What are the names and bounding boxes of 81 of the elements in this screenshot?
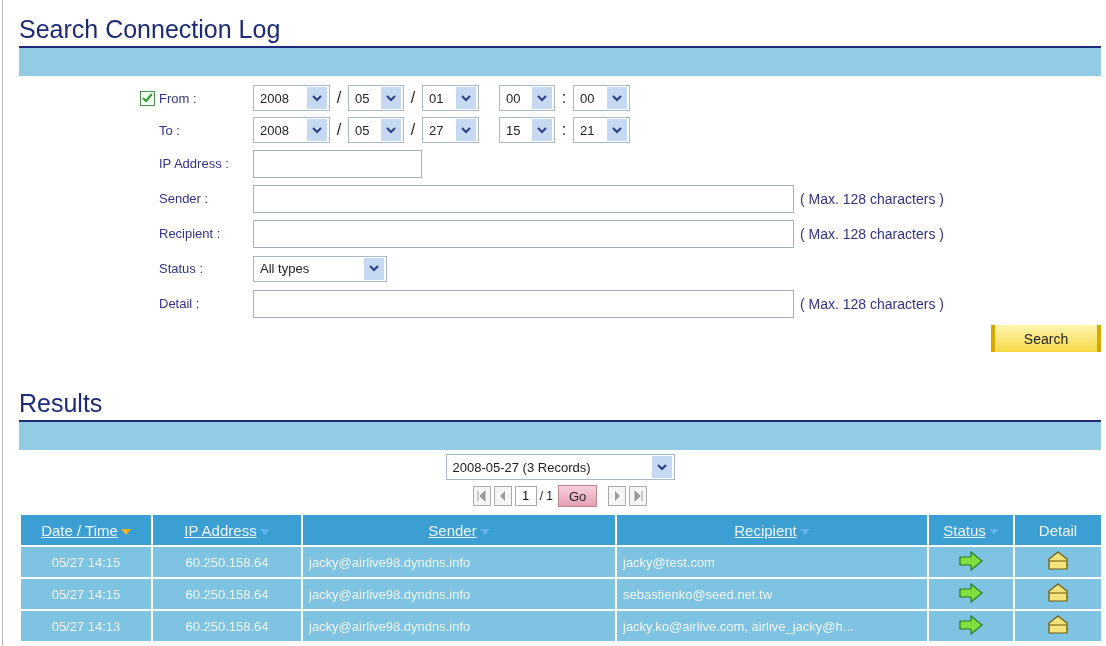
table-cell: 60.250.158.64 [152,546,302,578]
month-select[interactable]: 05 [348,85,404,111]
table-cell: sebastienko@seed.net.tw [616,578,928,610]
right-arrow-icon [959,614,983,635]
input-field[interactable] [253,289,794,318]
hour-select[interactable]: 15 [499,117,555,143]
time-separator: : [560,121,568,139]
minute-select[interactable]: 00 [573,85,630,111]
previous-page-button[interactable] [493,486,512,506]
next-page-button[interactable] [608,486,627,506]
table-cell: jacky@test.com [616,546,928,578]
next-page-icon [613,491,621,501]
chevron-icon [386,94,396,102]
page-total: / 1 [539,489,553,503]
sort-arrow-icon [259,528,270,535]
folder-icon[interactable] [1047,614,1069,635]
sort-arrow-icon [988,528,999,535]
day-select[interactable]: 27 [422,117,479,143]
input-field[interactable] [253,219,794,248]
date-checkbox[interactable] [140,90,155,106]
table-cell: jacky.ko@airlive.com, airlive_jacky@h... [616,610,928,642]
field-label: Detail : [159,296,200,311]
minute-select[interactable]: 21 [573,117,630,143]
date-separator: / [335,121,343,139]
chevron-icon [312,126,322,134]
day-select[interactable]: 01 [422,85,479,111]
field-label: From : [159,90,197,106]
go-button[interactable]: Go [558,485,598,507]
sort-arrow-icon [479,528,490,535]
field-label: Status : [159,261,204,276]
chevron-icon [537,126,547,134]
sort-arrow-icon [120,528,131,535]
column-header: Detail [1014,514,1102,546]
hour-select[interactable]: 00 [499,85,555,111]
search-button[interactable]: Search [991,325,1101,352]
input-field[interactable] [253,184,794,213]
right-arrow-icon [959,550,983,571]
last-page-icon [633,491,643,501]
day-select[interactable]: 2008-05-27 (3 Records) [445,454,675,480]
table-cell: 60.250.158.64 [152,578,302,610]
page-field[interactable]: 1 [514,486,537,506]
max-length-hint: ( Max. 128 characters ) [800,225,944,242]
chevron-icon [312,94,322,102]
first-page-button[interactable] [472,486,491,506]
time-separator: : [560,89,568,107]
chevron-icon [612,94,622,102]
field-label: To : [159,122,180,138]
month-select[interactable]: 05 [348,117,404,143]
table-cell: jacky@airlive98.dyndns.info [302,578,616,610]
year-select[interactable]: 2008 [253,117,330,143]
input-field[interactable] [253,149,422,178]
field-label: Recipient : [159,226,221,241]
chevron-icon [461,126,471,134]
table-cell: jacky@airlive98.dyndns.info [302,610,616,642]
chevron-icon [369,265,379,272]
max-length-hint: ( Max. 128 characters ) [800,295,944,312]
table-cell: 05/27 14:15 [20,578,152,610]
max-length-hint: ( Max. 128 characters ) [800,190,944,207]
previous-page-icon [499,491,507,501]
folder-icon[interactable] [1047,550,1069,571]
table-cell: 05/27 14:13 [20,610,152,642]
sort-arrow-icon [799,528,810,535]
date-separator: / [409,121,417,139]
table-cell: jacky@airlive98.dyndns.info [302,546,616,578]
chevron-icon [461,94,471,102]
chevron-icon [537,94,547,102]
date-separator: / [335,89,343,107]
date-separator: / [409,89,417,107]
field-label: Sender : [159,191,209,206]
folder-icon[interactable] [1047,582,1069,603]
first-page-icon [477,491,487,501]
table-cell: 60.250.158.64 [152,610,302,642]
year-select[interactable]: 2008 [253,85,330,111]
last-page-button[interactable] [629,486,648,506]
chevron-icon [612,126,622,134]
table-cell: 05/27 14:15 [20,546,152,578]
field-label: IP Address : [159,156,229,171]
chevron-icon [386,126,396,134]
chevron-icon [656,463,667,471]
status-select[interactable]: All types [253,255,387,282]
right-arrow-icon [959,582,983,603]
